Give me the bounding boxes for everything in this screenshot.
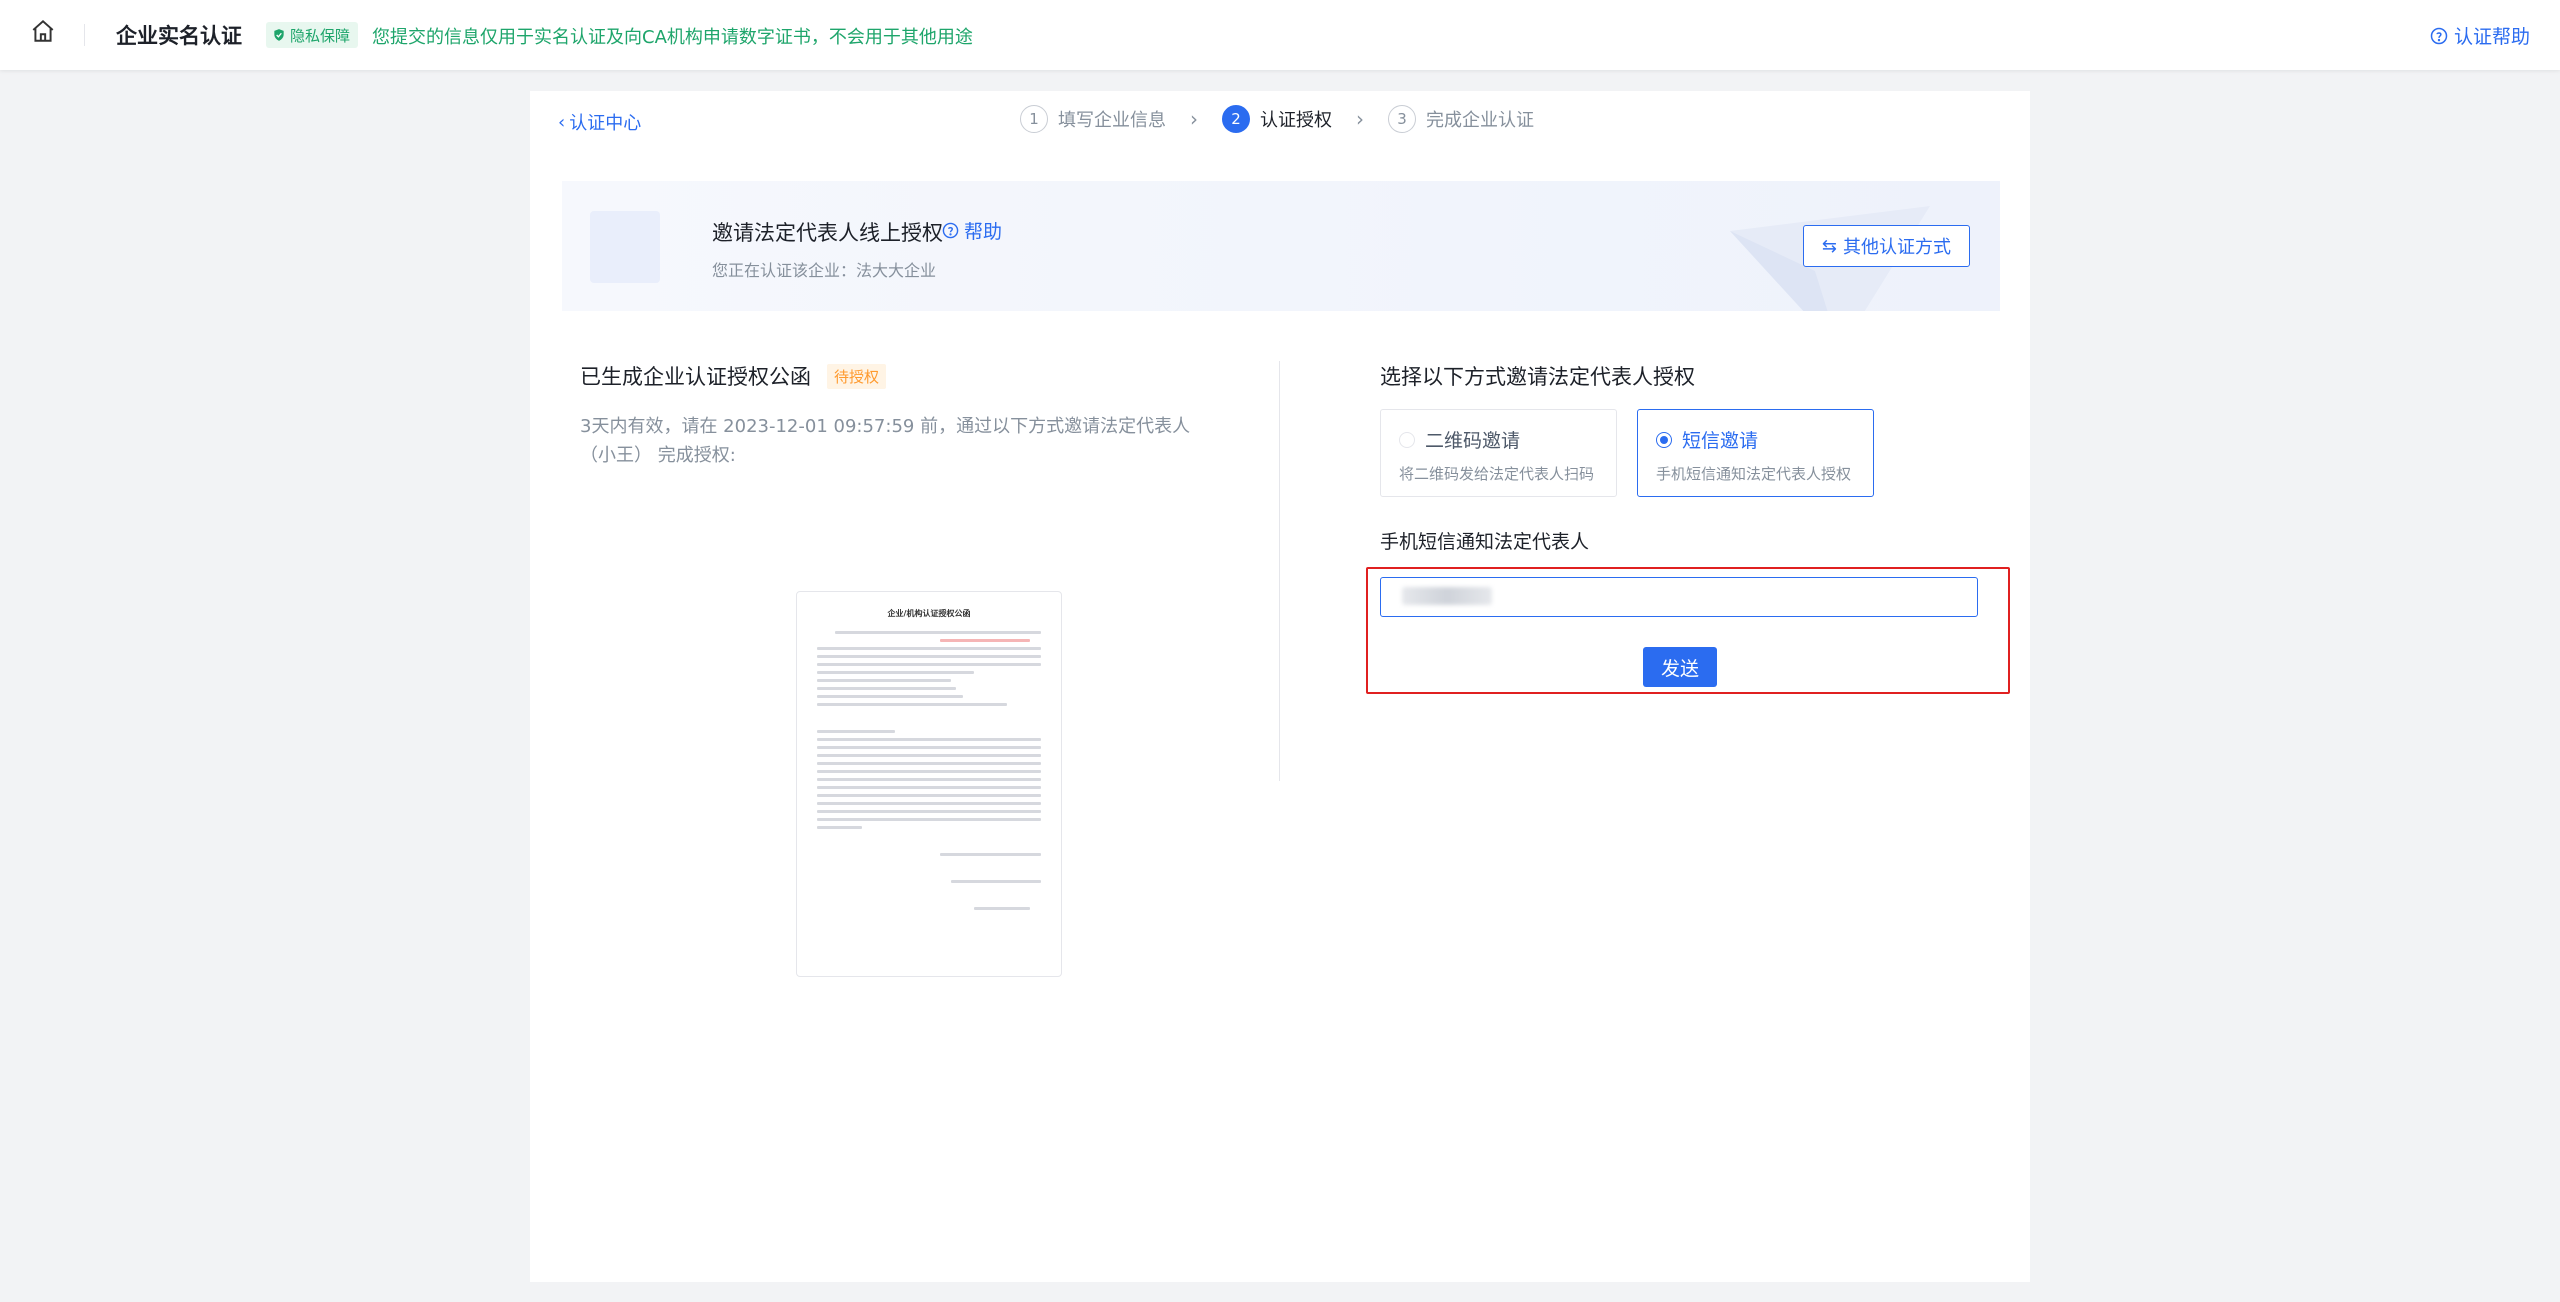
back-label: 认证中心	[569, 113, 642, 134]
step-3: 3 完成企业认证	[1388, 105, 1534, 133]
qr-invite-desc: 将二维码发给法定代表人扫码	[1399, 465, 1595, 483]
doc-line	[817, 687, 956, 690]
radio-sms[interactable]	[1656, 431, 1672, 448]
doc-line	[817, 703, 1008, 706]
shield-check-icon	[274, 29, 284, 41]
doc-line	[817, 786, 1041, 789]
invite-method-section: 选择以下方式邀请法定代表人授权 二维码邀请 将二维码发给法定代表人扫码 短信邀请…	[1380, 361, 2000, 554]
doc-line	[817, 655, 1041, 658]
doc-line	[817, 810, 1041, 813]
step-2: 2 认证授权	[1222, 105, 1332, 133]
step-2-label: 认证授权	[1260, 110, 1332, 131]
step-indicator: 1 填写企业信息 › 2 认证授权 › 3 完成企业认证	[1020, 105, 1534, 133]
chevron-right-icon: ›	[1356, 107, 1364, 131]
doc-line	[817, 746, 1041, 749]
auth-help-link[interactable]: 认证帮助	[2430, 22, 2530, 49]
letter-title-row: 已生成企业认证授权公函 待授权	[580, 361, 1220, 391]
chevron-left-icon: ‹	[558, 111, 566, 133]
step-1-number: 1	[1020, 105, 1048, 133]
qr-invite-label: 二维码邀请	[1425, 430, 1521, 452]
banner-help-label: 帮助	[964, 221, 1003, 243]
doc-line	[817, 695, 963, 698]
radio-qr[interactable]	[1399, 431, 1415, 448]
step-1-label: 填写企业信息	[1058, 110, 1166, 131]
letter-description: 3天内有效，请在 2023-12-01 09:57:59 前，通过以下方式邀请法…	[580, 416, 1191, 466]
doc-line	[817, 679, 952, 682]
step-2-number: 2	[1222, 105, 1250, 133]
sms-invite-label: 短信邀请	[1682, 430, 1759, 452]
privacy-badge: 隐私保障	[266, 22, 359, 48]
letter-section: 已生成企业认证授权公函 待授权 3天内有效，请在 2023-12-01 09:5…	[580, 361, 1220, 977]
other-auth-method-button[interactable]: ⇆ 其他认证方式	[1802, 225, 1970, 267]
top-bar: 企业实名认证 隐私保障 您提交的信息仅用于实名认证及向CA机构申请数字证书，不会…	[0, 0, 2560, 70]
step-3-number: 3	[1388, 105, 1416, 133]
doc-line	[817, 730, 896, 733]
home-icon[interactable]	[30, 18, 56, 44]
step-3-label: 完成企业认证	[1426, 110, 1534, 131]
sms-invite-desc: 手机短信通知法定代表人授权	[1656, 465, 1852, 483]
doc-line	[817, 826, 862, 829]
back-to-auth-center[interactable]: ‹ 认证中心	[558, 109, 641, 135]
chevron-right-icon: ›	[1190, 107, 1198, 131]
doc-line	[817, 762, 1041, 765]
banner-title: 邀请法定代表人线上授权	[712, 221, 943, 245]
doc-line	[940, 639, 1030, 642]
invite-options: 二维码邀请 将二维码发给法定代表人扫码 短信邀请 手机短信通知法定代表人授权	[1380, 409, 2000, 497]
invite-method-title: 选择以下方式邀请法定代表人授权	[1380, 365, 1695, 389]
sms-invite-option[interactable]: 短信邀请 手机短信通知法定代表人授权	[1637, 409, 1874, 497]
doc-line	[817, 770, 1041, 773]
banner-help-link[interactable]: 帮助	[942, 217, 1002, 244]
sms-phone-label: 手机短信通知法定代表人	[1380, 531, 1590, 553]
highlight-box	[1366, 567, 2010, 694]
doc-line	[817, 818, 1041, 821]
doc-line	[817, 738, 1041, 741]
doc-line	[940, 853, 1041, 856]
status-badge: 待授权	[827, 363, 887, 389]
privacy-notice: 您提交的信息仅用于实名认证及向CA机构申请数字证书，不会用于其他用途	[372, 27, 973, 48]
invite-banner: 邀请法定代表人线上授权 帮助 您正在认证该企业：法大大企业 ⇆ 其他认证方式	[562, 181, 2000, 311]
doc-line	[834, 631, 1041, 634]
top-divider	[84, 24, 85, 46]
current-company: 您正在认证该企业：法大大企业	[712, 261, 937, 280]
doc-line	[817, 663, 1041, 666]
doc-line	[951, 880, 1041, 883]
doc-line	[817, 754, 1041, 757]
question-circle-icon	[2430, 27, 2448, 44]
swap-icon: ⇆	[1821, 235, 1837, 257]
authorization-letter-preview[interactable]: 企业/机构认证授权公函	[796, 591, 1062, 977]
company-avatar	[590, 211, 660, 283]
qr-invite-option[interactable]: 二维码邀请 将二维码发给法定代表人扫码	[1380, 409, 1617, 497]
auth-help-label: 认证帮助	[2453, 26, 2530, 48]
privacy-badge-label: 隐私保障	[290, 26, 351, 45]
doc-line	[817, 647, 1041, 650]
doc-line	[973, 907, 1030, 910]
column-divider	[1279, 361, 1280, 781]
doc-line	[817, 778, 1041, 781]
question-circle-icon	[942, 222, 959, 239]
page-title: 企业实名认证	[116, 24, 242, 48]
doc-line	[817, 671, 974, 674]
other-method-label: 其他认证方式	[1843, 237, 1951, 258]
letter-title: 已生成企业认证授权公函	[580, 365, 811, 389]
doc-line	[817, 794, 1041, 797]
doc-line	[817, 802, 1041, 805]
doc-title: 企业/机构认证授权公函	[887, 609, 971, 618]
step-1: 1 填写企业信息	[1020, 105, 1166, 133]
